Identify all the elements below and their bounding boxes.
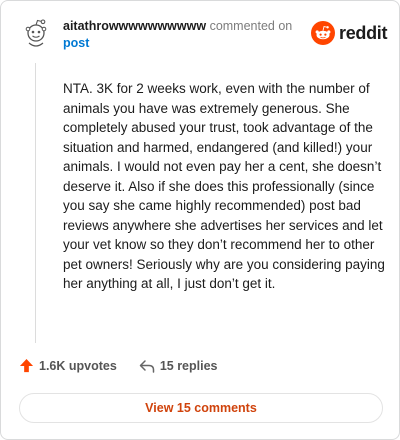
- reddit-wordmark: reddit: [339, 22, 388, 43]
- comment-card: aitathrowwwwwwwwww commented on post red…: [0, 0, 400, 440]
- replies-count: 15 replies: [159, 358, 218, 373]
- reply-arrow-icon: [139, 359, 155, 373]
- post-link[interactable]: post: [63, 36, 89, 50]
- reddit-brand[interactable]: reddit: [311, 21, 388, 45]
- comment-header: aitathrowwwwwwwwww commented on post: [63, 18, 303, 52]
- upvote-button[interactable]: 1.6K upvotes: [19, 358, 117, 373]
- snoo-avatar-icon[interactable]: [23, 17, 49, 49]
- replies-button[interactable]: 15 replies: [139, 359, 218, 373]
- comment-body: NTA. 3K for 2 weeks work, even with the …: [63, 81, 385, 291]
- commented-on-label: commented on: [209, 19, 293, 33]
- comment-actions: 1.6K upvotes 15 replies: [19, 358, 218, 373]
- view-comments-button[interactable]: View 15 comments: [19, 393, 383, 423]
- thread-line: [35, 63, 36, 343]
- upvote-arrow-icon: [19, 358, 34, 373]
- reddit-logo-icon: [311, 21, 335, 45]
- upvote-count: 1.6K upvotes: [39, 358, 117, 373]
- username-link[interactable]: aitathrowwwwwwwwww: [63, 19, 206, 33]
